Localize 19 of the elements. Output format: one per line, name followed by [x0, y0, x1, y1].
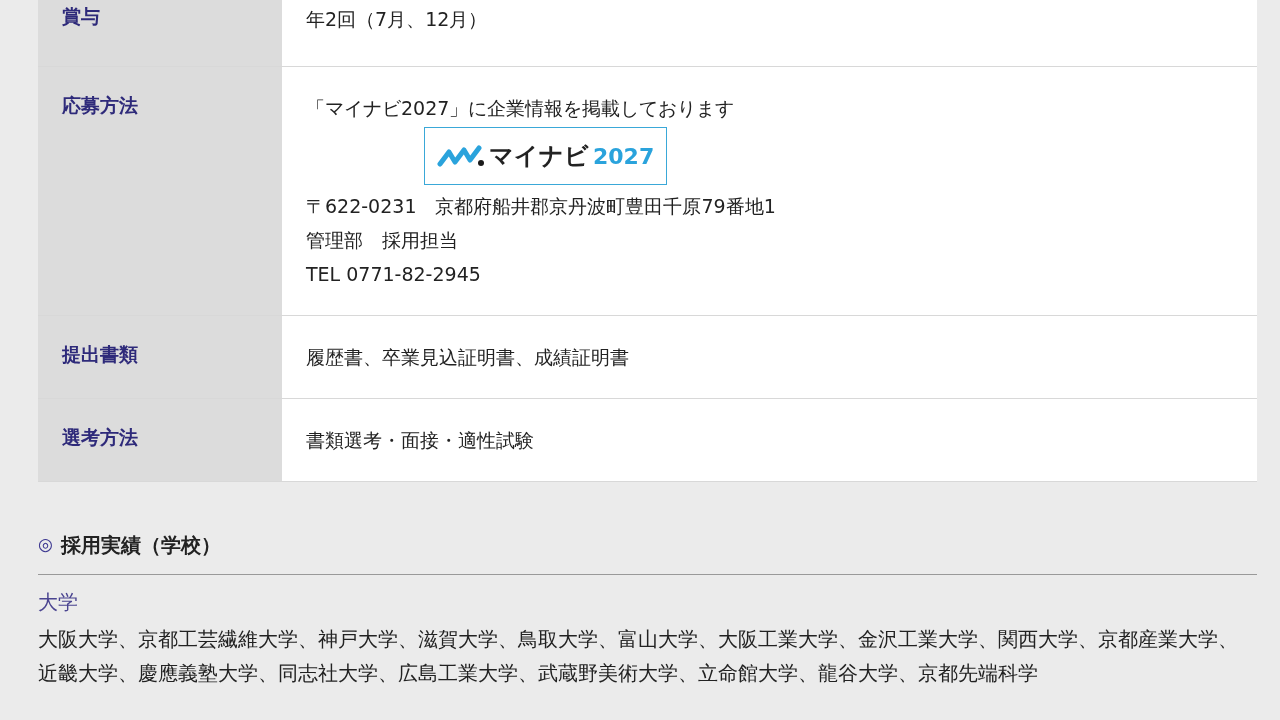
cell-text: 〒622-0231 京都府船井郡京丹波町豊田千原79番地1: [306, 195, 776, 217]
brand-logo[interactable]: マイナビ 2027: [424, 127, 668, 185]
section-heading: 採用実績（学校）: [60, 532, 221, 559]
cell-text: TEL 0771-82-2945: [306, 263, 481, 285]
cell-text: 履歴書、卒業見込証明書、成績証明書: [306, 346, 629, 368]
row-label: 賞与: [38, 0, 282, 66]
row-label: 応募方法: [38, 67, 282, 315]
logo-year: 2027: [593, 142, 655, 171]
subheading: 大学: [38, 589, 79, 616]
row-label: 提出書類: [38, 316, 282, 398]
cell-text: 年2回（7月、12月）: [306, 8, 488, 30]
heading-mark: ◎: [38, 533, 53, 557]
school-list-text: 大阪大学、京都工芸繊維大学、神戸大学、滋賀大学、鳥取大学、富山大学、大阪工業大学、金沢工業大学、関西大学、京都産業大学、近畿大学、慶應義塾大学、同志社大学、広島工業大学、武蔵野美術大学、立命館大学、龍谷大学、京都先端科学: [38, 627, 1239, 687]
wave-logo-icon: [437, 144, 485, 168]
cell-text: 「マイナビ2027」に企業情報を掲載しております: [306, 97, 735, 119]
logo-text: マイナビ: [489, 141, 589, 172]
cell-text: 書類選考・面接・適性試験: [306, 429, 534, 451]
cell-text: 管理部 採用担当: [306, 229, 458, 251]
row-label: 選考方法: [38, 399, 282, 481]
